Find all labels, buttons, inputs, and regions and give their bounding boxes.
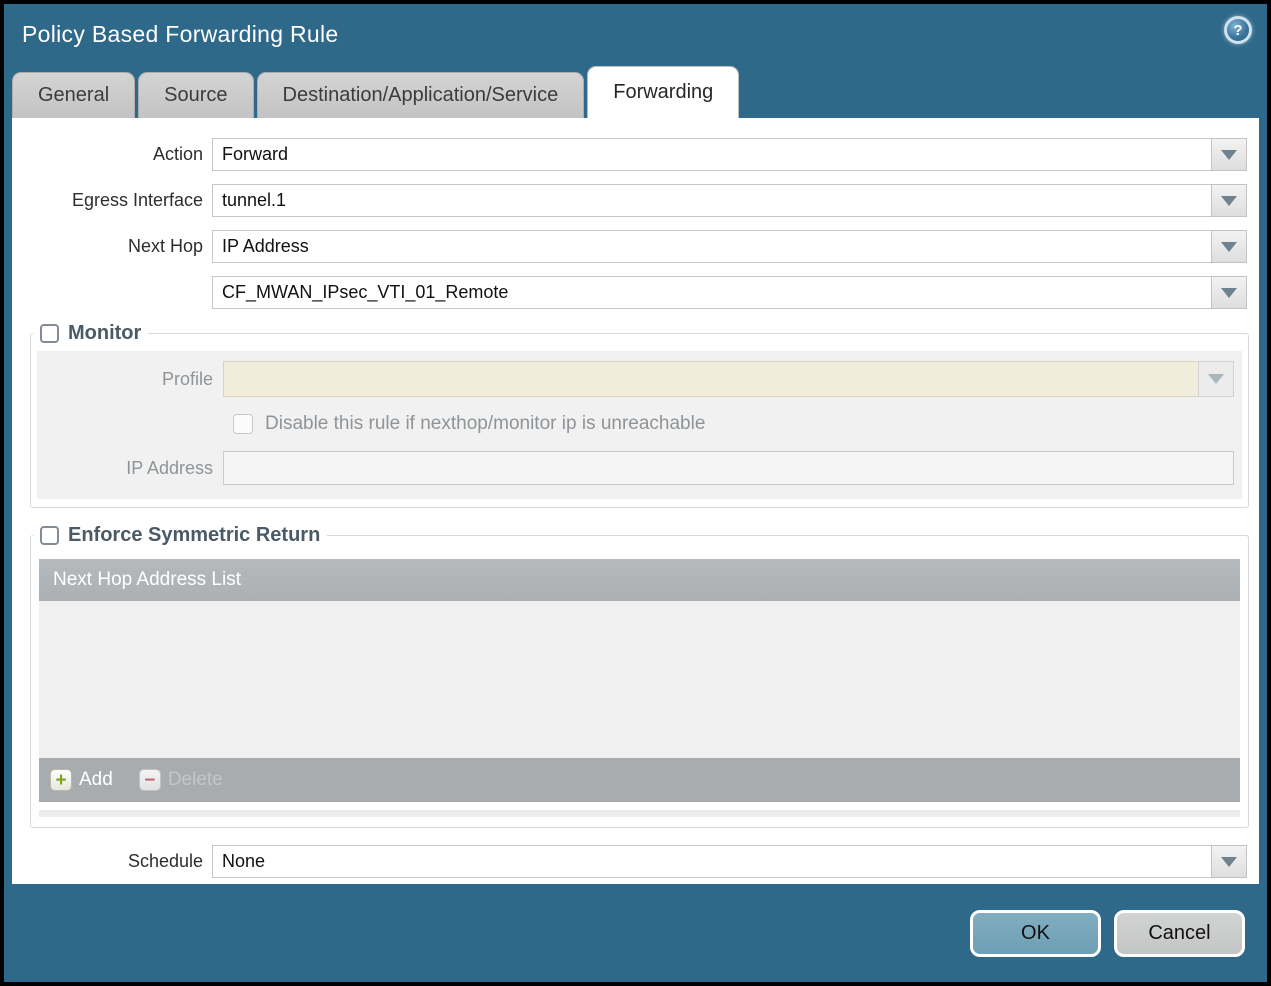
table-bottom-strip bbox=[39, 810, 1240, 817]
monitor-disabled-panel: Profile Disable this rule if nexthop/mon… bbox=[37, 351, 1242, 499]
help-icon[interactable]: ? bbox=[1224, 16, 1252, 44]
egress-interface-combobox bbox=[212, 184, 1247, 217]
dialog-footer: OK Cancel bbox=[4, 884, 1267, 982]
help-icon-glyph: ? bbox=[1233, 21, 1243, 39]
chevron-down-icon bbox=[1221, 287, 1237, 298]
egress-interface-row: Egress Interface bbox=[12, 184, 1247, 217]
forwarding-tab-panel: Action Egress Interface bbox=[12, 118, 1259, 884]
egress-interface-input[interactable] bbox=[212, 184, 1211, 217]
schedule-combobox bbox=[212, 845, 1247, 878]
egress-interface-dropdown-button[interactable] bbox=[1211, 184, 1247, 217]
enforce-legend: Enforce Symmetric Return bbox=[33, 524, 327, 547]
profile-input bbox=[223, 361, 1198, 397]
tab-bar: General Source Destination/Application/S… bbox=[12, 66, 1259, 118]
minus-icon: − bbox=[138, 769, 161, 791]
dialog-title: Policy Based Forwarding Rule bbox=[22, 21, 339, 47]
egress-interface-label: Egress Interface bbox=[71, 190, 203, 210]
cancel-button[interactable]: Cancel bbox=[1114, 910, 1245, 957]
next-hop-combobox bbox=[212, 230, 1247, 263]
next-hop-address-list-header: Next Hop Address List bbox=[39, 559, 1240, 601]
chevron-down-icon bbox=[1221, 195, 1237, 206]
schedule-label: Schedule bbox=[127, 851, 203, 871]
action-input[interactable] bbox=[212, 138, 1211, 171]
ok-button[interactable]: OK bbox=[970, 910, 1101, 957]
next-hop-address-row bbox=[12, 276, 1247, 309]
next-hop-type-input[interactable] bbox=[212, 230, 1211, 263]
next-hop-dropdown-button[interactable] bbox=[1211, 230, 1247, 263]
profile-label: Profile bbox=[161, 368, 213, 389]
add-button-label: Add bbox=[79, 769, 113, 790]
policy-forwarding-dialog: Policy Based Forwarding Rule ? General S… bbox=[4, 4, 1267, 982]
tab-destination-application-service[interactable]: Destination/Application/Service bbox=[256, 72, 585, 118]
monitor-ip-address-input bbox=[223, 451, 1234, 485]
chevron-down-icon bbox=[1221, 241, 1237, 252]
schedule-input[interactable] bbox=[212, 845, 1211, 878]
next-hop-address-table: Next Hop Address List + Add − Delete bbox=[39, 559, 1240, 802]
next-hop-row: Next Hop bbox=[12, 230, 1247, 263]
next-hop-address-combobox bbox=[212, 276, 1247, 309]
disable-rule-row: Disable this rule if nexthop/monitor ip … bbox=[233, 413, 1242, 435]
disable-rule-checkbox bbox=[233, 414, 253, 434]
monitor-legend: Monitor bbox=[33, 322, 148, 345]
chevron-down-icon bbox=[1221, 856, 1237, 867]
titlebar: Policy Based Forwarding Rule ? bbox=[4, 4, 1267, 66]
schedule-row: Schedule bbox=[12, 845, 1247, 878]
delete-button: − Delete bbox=[138, 769, 223, 791]
next-hop-address-dropdown-button[interactable] bbox=[1211, 276, 1247, 309]
schedule-dropdown-button[interactable] bbox=[1211, 845, 1247, 878]
enforce-title: Enforce Symmetric Return bbox=[68, 524, 321, 546]
monitor-title: Monitor bbox=[68, 322, 142, 344]
action-row: Action bbox=[12, 138, 1247, 171]
tab-forwarding[interactable]: Forwarding bbox=[587, 66, 740, 118]
chevron-down-icon bbox=[1221, 149, 1237, 160]
action-combobox bbox=[212, 138, 1247, 171]
enforce-symmetric-return-fieldset: Enforce Symmetric Return Next Hop Addres… bbox=[30, 524, 1249, 828]
profile-dropdown-button bbox=[1198, 361, 1234, 397]
monitor-fieldset: Monitor Profile Disable this rule if nex… bbox=[30, 322, 1249, 508]
disable-rule-label: Disable this rule if nexthop/monitor ip … bbox=[265, 413, 706, 434]
add-button[interactable]: + Add bbox=[50, 769, 113, 791]
enforce-symmetric-return-checkbox[interactable] bbox=[40, 526, 59, 545]
next-hop-address-input[interactable] bbox=[212, 276, 1211, 309]
dialog-frame: Policy Based Forwarding Rule ? General S… bbox=[0, 0, 1271, 986]
next-hop-address-list-body bbox=[39, 601, 1240, 758]
plus-icon: + bbox=[50, 769, 72, 791]
monitor-checkbox[interactable] bbox=[40, 324, 59, 343]
action-dropdown-button[interactable] bbox=[1211, 138, 1247, 171]
tab-general[interactable]: General bbox=[12, 72, 136, 118]
table-toolbar: + Add − Delete bbox=[39, 758, 1240, 802]
monitor-ip-address-row: IP Address bbox=[37, 451, 1238, 485]
action-label: Action bbox=[152, 144, 203, 164]
monitor-ip-address-label: IP Address bbox=[126, 457, 213, 478]
delete-button-label: Delete bbox=[167, 769, 223, 790]
chevron-down-icon bbox=[1208, 374, 1224, 384]
tab-source[interactable]: Source bbox=[138, 72, 254, 118]
next-hop-label: Next Hop bbox=[127, 236, 203, 256]
profile-row: Profile bbox=[37, 361, 1238, 397]
